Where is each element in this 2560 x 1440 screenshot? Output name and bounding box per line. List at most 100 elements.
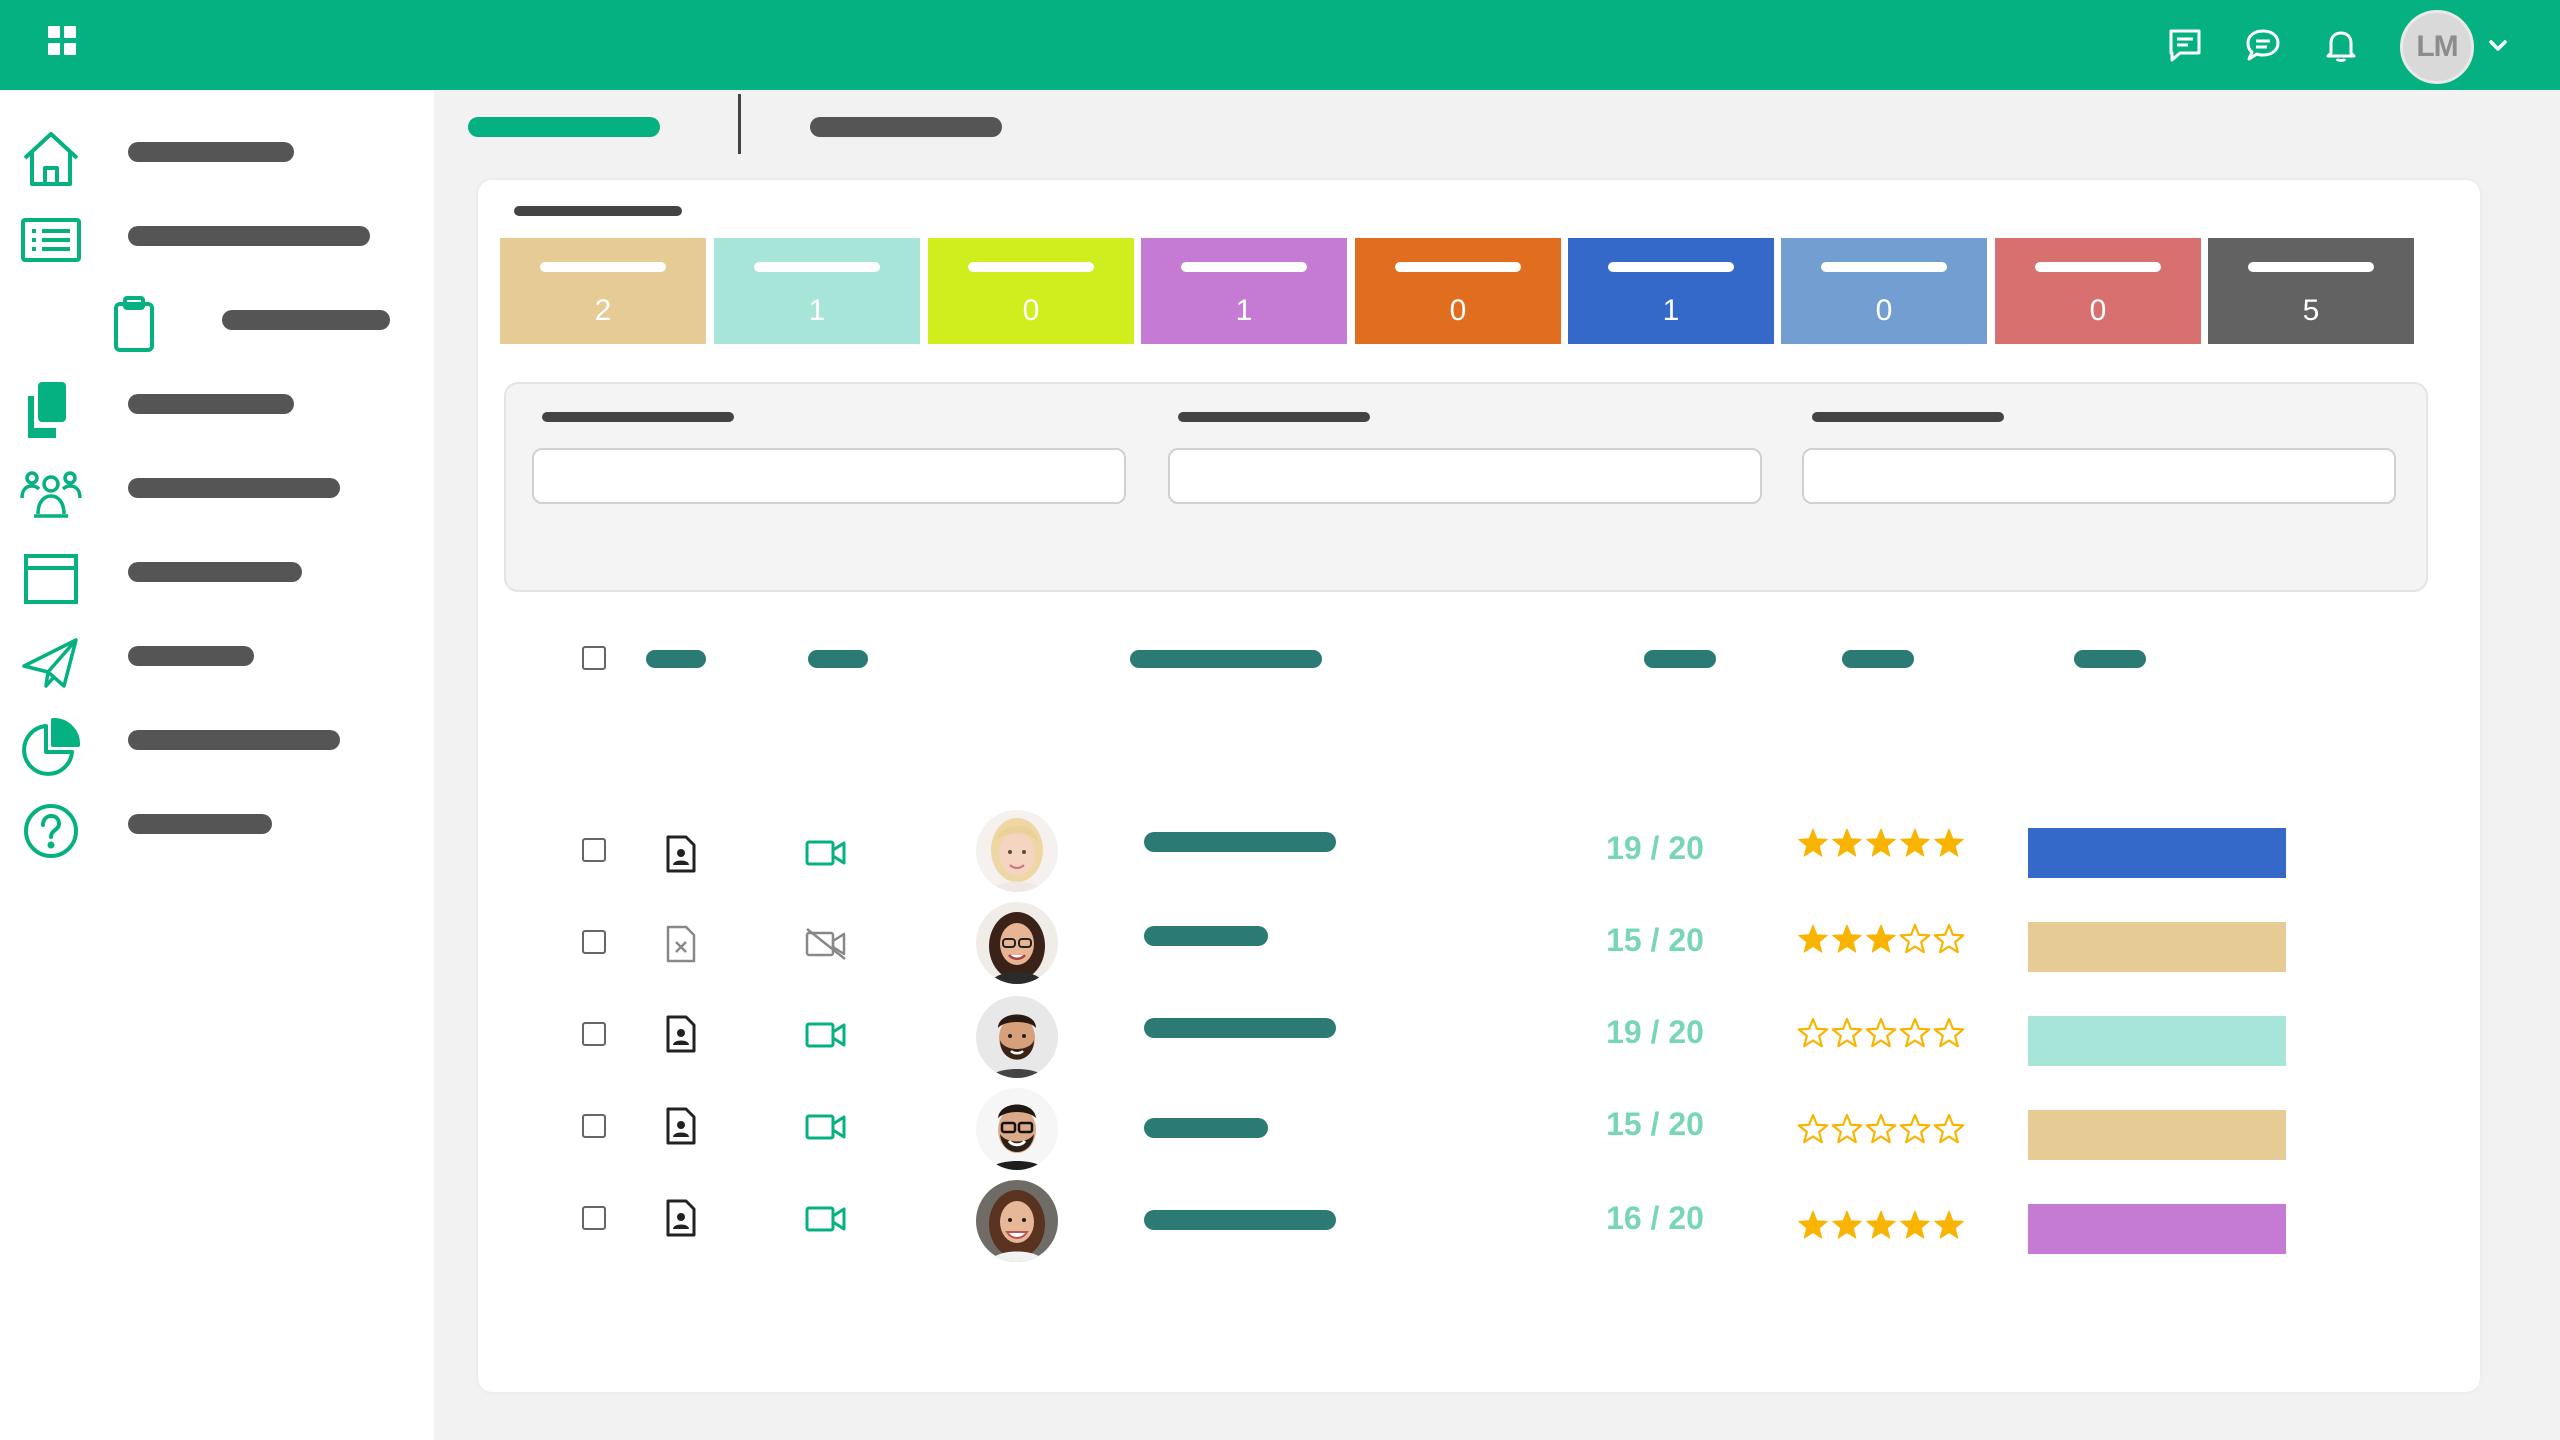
star-rating[interactable] xyxy=(1796,1208,1966,1242)
score-value: 19 / 20 xyxy=(1606,1014,1704,1050)
star-filled-icon[interactable] xyxy=(1832,1210,1862,1239)
video-camera-icon[interactable] xyxy=(804,1018,848,1052)
resume-icon[interactable] xyxy=(664,1198,698,1238)
avatar[interactable] xyxy=(976,1088,1058,1170)
star-filled-icon[interactable] xyxy=(1866,1210,1896,1239)
star-empty-icon[interactable] xyxy=(1933,1113,1965,1144)
status-label[interactable] xyxy=(2028,1110,2286,1160)
star-empty-icon[interactable] xyxy=(1899,923,1931,954)
avatar[interactable] xyxy=(976,902,1058,984)
user-avatar[interactable]: LM xyxy=(2400,10,2474,84)
star-filled-icon[interactable] xyxy=(1798,924,1828,953)
candidate-name[interactable] xyxy=(1144,1210,1336,1230)
select-all-checkbox[interactable] xyxy=(582,646,606,670)
feedback-icon[interactable] xyxy=(2166,26,2204,64)
status-tile[interactable]: 1 xyxy=(714,238,920,344)
row-checkbox[interactable] xyxy=(582,1114,606,1138)
status-tile[interactable]: 0 xyxy=(1781,238,1987,344)
apps-grid-icon[interactable] xyxy=(48,26,78,56)
avatar[interactable] xyxy=(976,810,1058,892)
sidebar-item-label xyxy=(128,730,340,750)
sidebar-item-reports[interactable] xyxy=(0,702,434,778)
avatar[interactable] xyxy=(976,1180,1058,1262)
star-filled-icon[interactable] xyxy=(1934,828,1964,857)
sidebar-item-help[interactable] xyxy=(0,786,434,862)
filter-input[interactable] xyxy=(1168,448,1762,504)
star-empty-icon[interactable] xyxy=(1797,1017,1829,1048)
video-camera-icon[interactable] xyxy=(804,1202,848,1236)
star-filled-icon[interactable] xyxy=(1900,828,1930,857)
sidebar-item-home[interactable] xyxy=(0,114,434,190)
sidebar-item-copy[interactable] xyxy=(0,366,434,442)
resume-icon[interactable] xyxy=(664,1106,698,1146)
status-tile-count: 0 xyxy=(1449,294,1467,327)
status-tile[interactable]: 0 xyxy=(928,238,1134,344)
column-header[interactable] xyxy=(1842,650,1914,668)
tab-active[interactable] xyxy=(468,117,660,137)
candidate-name[interactable] xyxy=(1144,926,1268,946)
star-empty-icon[interactable] xyxy=(1865,1017,1897,1048)
filter-input[interactable] xyxy=(532,448,1126,504)
star-empty-icon[interactable] xyxy=(1831,1017,1863,1048)
status-label[interactable] xyxy=(2028,1204,2286,1254)
star-filled-icon[interactable] xyxy=(1900,1210,1930,1239)
column-header[interactable] xyxy=(1130,650,1322,668)
star-filled-icon[interactable] xyxy=(1866,924,1896,953)
status-label[interactable] xyxy=(2028,1016,2286,1066)
star-empty-icon[interactable] xyxy=(1899,1113,1931,1144)
chat-icon[interactable] xyxy=(2244,26,2282,64)
sidebar-item-team[interactable] xyxy=(0,450,434,526)
sidebar-item-browser[interactable] xyxy=(0,534,434,610)
status-label[interactable] xyxy=(2028,828,2286,878)
star-filled-icon[interactable] xyxy=(1798,1210,1828,1239)
star-empty-icon[interactable] xyxy=(1933,1017,1965,1048)
bell-icon[interactable] xyxy=(2322,26,2360,64)
candidate-name[interactable] xyxy=(1144,832,1336,852)
video-camera-icon[interactable] xyxy=(804,1110,848,1144)
star-rating[interactable] xyxy=(1796,922,1966,956)
star-filled-icon[interactable] xyxy=(1866,828,1896,857)
row-checkbox[interactable] xyxy=(582,930,606,954)
row-checkbox[interactable] xyxy=(582,1022,606,1046)
star-filled-icon[interactable] xyxy=(1832,924,1862,953)
star-empty-icon[interactable] xyxy=(1797,1113,1829,1144)
row-checkbox[interactable] xyxy=(582,1206,606,1230)
status-tile[interactable]: 1 xyxy=(1141,238,1347,344)
status-tile[interactable]: 2 xyxy=(500,238,706,344)
column-header[interactable] xyxy=(808,650,868,668)
tab-inactive[interactable] xyxy=(810,117,1002,137)
sidebar-item-list[interactable] xyxy=(0,198,434,274)
column-header[interactable] xyxy=(1644,650,1716,668)
row-checkbox[interactable] xyxy=(582,838,606,862)
star-rating[interactable] xyxy=(1796,1112,1966,1146)
copy-icon xyxy=(20,380,82,442)
star-rating[interactable] xyxy=(1796,1016,1966,1050)
status-tile[interactable]: 0 xyxy=(1995,238,2201,344)
star-empty-icon[interactable] xyxy=(1831,1113,1863,1144)
star-empty-icon[interactable] xyxy=(1933,923,1965,954)
star-rating[interactable] xyxy=(1796,826,1966,860)
candidate-name[interactable] xyxy=(1144,1118,1268,1138)
video-off-icon[interactable] xyxy=(804,926,848,962)
resume-icon[interactable] xyxy=(664,1014,698,1054)
sidebar-item-clipboard[interactable] xyxy=(0,282,434,358)
filter-input[interactable] xyxy=(1802,448,2396,504)
star-empty-icon[interactable] xyxy=(1899,1017,1931,1048)
document-missing-icon[interactable] xyxy=(664,924,698,964)
column-header[interactable] xyxy=(2074,650,2146,668)
status-tile[interactable]: 5 xyxy=(2208,238,2414,344)
star-filled-icon[interactable] xyxy=(1832,828,1862,857)
candidate-name[interactable] xyxy=(1144,1018,1336,1038)
star-empty-icon[interactable] xyxy=(1865,1113,1897,1144)
resume-icon[interactable] xyxy=(664,834,698,874)
avatar[interactable] xyxy=(976,996,1058,1078)
sidebar-item-send[interactable] xyxy=(0,618,434,694)
star-filled-icon[interactable] xyxy=(1798,828,1828,857)
video-camera-icon[interactable] xyxy=(804,836,848,870)
star-filled-icon[interactable] xyxy=(1934,1210,1964,1239)
status-tile[interactable]: 0 xyxy=(1355,238,1561,344)
status-tile[interactable]: 1 xyxy=(1568,238,1774,344)
column-header[interactable] xyxy=(646,650,706,668)
status-label[interactable] xyxy=(2028,922,2286,972)
chevron-down-icon[interactable] xyxy=(2486,34,2510,58)
